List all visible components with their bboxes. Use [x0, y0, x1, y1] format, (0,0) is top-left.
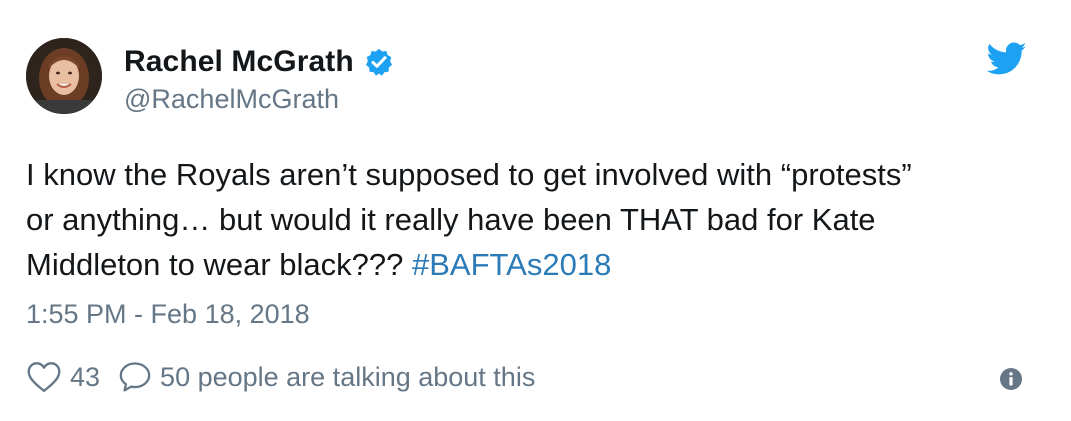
tweet-timestamp[interactable]: 1:55 PM - Feb 18, 2018 [26, 299, 310, 330]
info-icon[interactable] [999, 367, 1023, 391]
user-block: Rachel McGrath @RachelMcGrath [124, 44, 394, 115]
author-handle[interactable]: @RachelMcGrath [124, 84, 394, 115]
twitter-bird-icon[interactable] [986, 42, 1027, 76]
verified-badge-icon [364, 47, 394, 77]
tweet-text-line: I know the Royals aren’t supposed to get… [26, 157, 912, 192]
conversation-button[interactable]: 50 people are talking about this [118, 360, 535, 394]
tweet-text-line: or anything… but would it really have be… [26, 202, 876, 237]
name-row: Rachel McGrath [124, 44, 394, 80]
author-name[interactable]: Rachel McGrath [124, 45, 354, 79]
like-button[interactable]: 43 [26, 361, 100, 393]
tweet-text-segment: Middleton to wear black??? [26, 247, 413, 282]
conversation-label: 50 people are talking about this [160, 361, 536, 392]
avatar-photo-icon [26, 38, 102, 114]
avatar[interactable] [26, 38, 102, 114]
like-count: 43 [70, 361, 101, 392]
tweet-card: Rachel McGrath @RachelMcGrath I know the… [0, 0, 1071, 421]
hashtag-link[interactable]: #BAFTAs2018 [412, 247, 611, 282]
tweet-text-line: Middleton to wear black??? #BAFTAs2018 [26, 242, 1046, 287]
heart-icon [27, 362, 61, 392]
action-bar: 43 50 people are talking about this [26, 357, 535, 397]
speech-bubble-icon [119, 362, 151, 392]
tweet-text: I know the Royals aren’t supposed to get… [26, 152, 1046, 287]
